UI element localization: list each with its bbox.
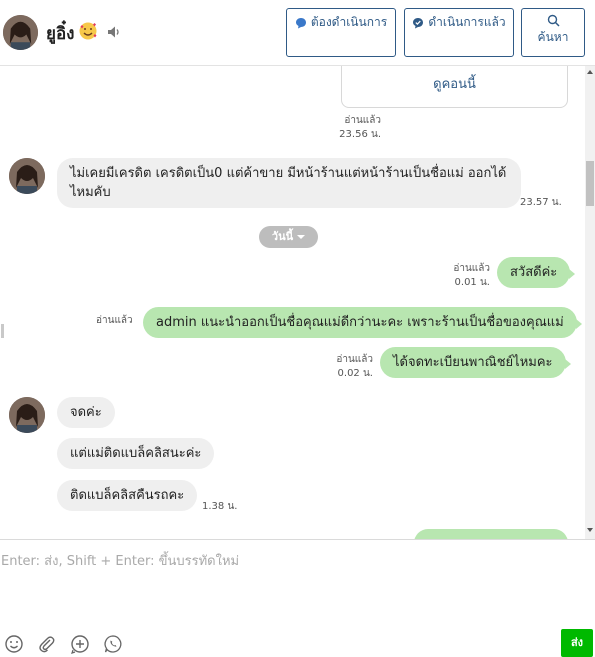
check-bubble-icon xyxy=(413,17,424,28)
message-time: 1.38 น. xyxy=(202,501,238,512)
outgoing-message[interactable]: สวัสดีค่ะ xyxy=(497,257,576,288)
coupon-card: ดูคอนนี้ xyxy=(341,66,568,108)
incoming-message[interactable]: ติดแบล็คลิสคืนรถคะ xyxy=(57,480,198,511)
message-list[interactable]: ดูคอนนี้ อ่านแล้ว 23.56 น. ไม่เคยมีเครดิ… xyxy=(0,66,595,539)
read-status: อ่านแล้ว 23.56 น. xyxy=(330,114,381,142)
done-label: ดำเนินการแล้ว xyxy=(428,15,506,29)
contact-avatar[interactable] xyxy=(9,158,45,194)
day-divider[interactable]: วันนี้ xyxy=(259,226,318,248)
read-status: อ่านแล้ว 0.01 น. xyxy=(440,262,490,290)
incoming-message[interactable]: จดค่ะ xyxy=(57,397,115,428)
contact-avatar[interactable] xyxy=(9,397,45,433)
scroll-up-arrow[interactable] xyxy=(587,70,593,74)
send-button[interactable]: ส่ง xyxy=(561,629,593,657)
scroll-thumb[interactable] xyxy=(586,161,594,206)
message-time: 23.56 น. xyxy=(339,129,381,140)
scrollbar[interactable] xyxy=(585,66,595,539)
search-label: ค้นหา xyxy=(537,30,569,44)
emoji-icon[interactable] xyxy=(4,634,24,654)
bubble-tail xyxy=(575,319,582,329)
chat-header: ยูอิ๋ง ต้องดำเนินการ ดำเนินการแล้ว ค้นหา xyxy=(0,0,595,66)
message-text: สวัสดีค่ะ xyxy=(510,265,558,280)
day-divider-label: วันนี้ xyxy=(271,230,294,243)
bubble-tail xyxy=(564,359,571,369)
message-time: 23.57 น. xyxy=(520,197,562,208)
outgoing-message[interactable]: ได้จดทะเบียนพาณิชย์ไหมคะ xyxy=(380,347,571,378)
message-time: 0.01 น. xyxy=(454,277,490,288)
outgoing-message[interactable] xyxy=(414,529,568,539)
contact-name: ยูอิ๋ง xyxy=(46,24,75,44)
read-status: อ่านแล้ว xyxy=(96,315,133,326)
scroll-down-arrow[interactable] xyxy=(587,528,593,532)
message-time: 0.02 น. xyxy=(337,368,373,379)
coupon-link[interactable]: ดูคอนนี้ xyxy=(342,73,567,94)
message-input[interactable] xyxy=(0,548,590,628)
outgoing-message[interactable]: admin แนะนำออกเป็นชื่อคุณแม่ดีกว่านะคะ เ… xyxy=(143,307,582,338)
read-status: อ่านแล้ว 0.02 น. xyxy=(325,353,373,381)
incoming-message[interactable]: ไม่เคยมีเครดิต เครดิตเป็น0 แต่ค้าขาย มีห… xyxy=(57,158,521,208)
chat-bubble-icon xyxy=(295,17,306,28)
read-label: อ่านแล้ว xyxy=(336,354,373,365)
bubble-tail xyxy=(569,269,576,279)
voice-call-icon[interactable] xyxy=(103,634,123,654)
search-icon xyxy=(547,14,560,27)
speaker-icon[interactable] xyxy=(106,24,122,40)
smiling-face-hearts-icon xyxy=(79,22,97,40)
incoming-message[interactable]: แต่แม่ติดแบล็คลิสนะค่ะ xyxy=(57,438,215,469)
divider xyxy=(1,324,4,338)
todo-button[interactable]: ต้องดำเนินการ xyxy=(286,8,396,57)
search-button[interactable]: ค้นหา xyxy=(521,8,585,57)
add-icon[interactable] xyxy=(70,634,90,654)
message-text: admin แนะนำออกเป็นชื่อคุณแม่ดีกว่านะคะ เ… xyxy=(156,315,564,330)
chevron-down-icon xyxy=(297,235,306,239)
message-text: ได้จดทะเบียนพาณิชย์ไหมคะ xyxy=(393,355,553,370)
attachment-icon[interactable] xyxy=(37,634,57,654)
read-label: อ่านแล้ว xyxy=(453,263,490,274)
todo-label: ต้องดำเนินการ xyxy=(310,15,388,29)
done-button[interactable]: ดำเนินการแล้ว xyxy=(404,8,514,57)
avatar[interactable] xyxy=(3,15,38,50)
read-label: อ่านแล้ว xyxy=(344,115,381,126)
composer: ส่ง xyxy=(0,539,595,657)
